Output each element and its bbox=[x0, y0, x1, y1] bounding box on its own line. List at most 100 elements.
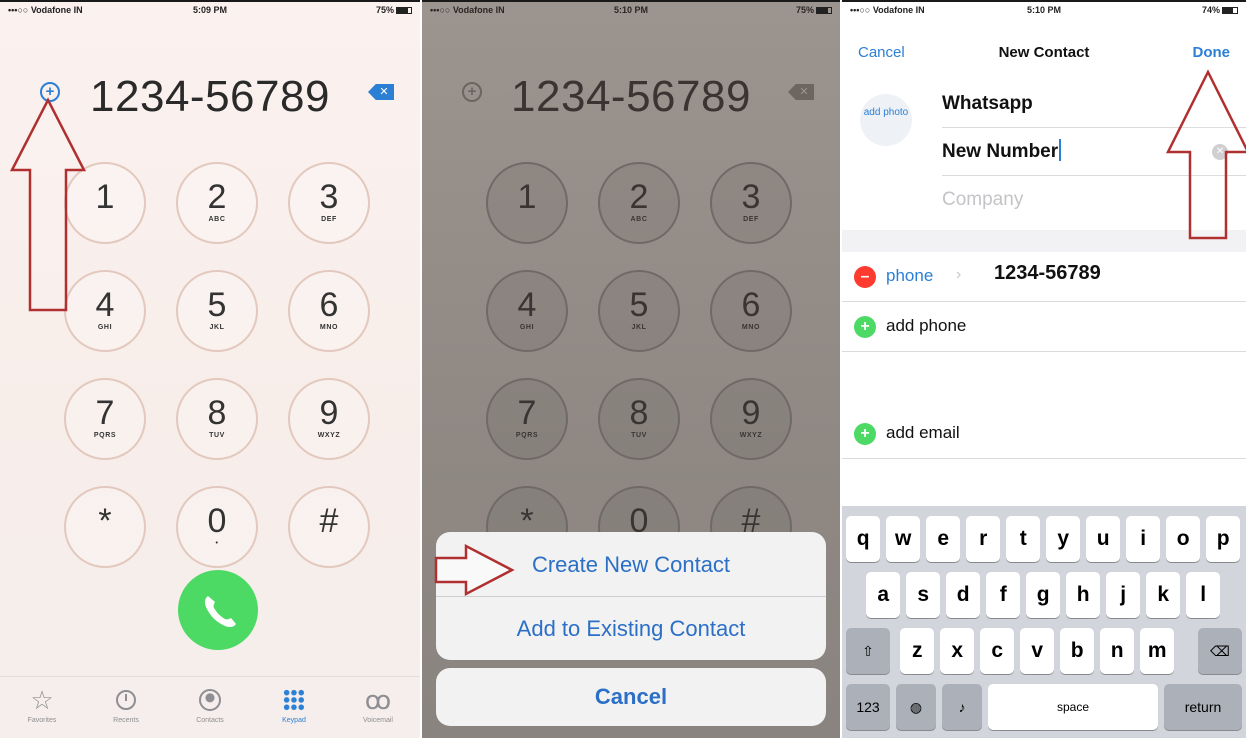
dial-key-digit: 3 bbox=[319, 178, 339, 216]
shift-key[interactable]: ⇧ bbox=[846, 628, 890, 674]
key-i[interactable]: i bbox=[1126, 516, 1161, 562]
key-p[interactable]: p bbox=[1206, 516, 1241, 562]
key-q[interactable]: q bbox=[846, 516, 881, 562]
add-to-existing-contact-button[interactable]: Add to Existing Contact bbox=[436, 616, 826, 642]
key-g[interactable]: g bbox=[1026, 572, 1061, 618]
remove-phone-icon[interactable]: – bbox=[854, 266, 876, 288]
battery-percent: 75% bbox=[375, 5, 394, 15]
dial-key-letters: PQRS bbox=[515, 432, 539, 439]
battery-indicator: 75% bbox=[376, 5, 412, 15]
first-name-field[interactable]: Whatsapp bbox=[942, 80, 1246, 128]
dial-key-hash[interactable]: # bbox=[288, 486, 370, 568]
tab-recents[interactable]: Recents bbox=[84, 683, 168, 724]
dial-key-7[interactable]: 7 PQRS bbox=[64, 378, 146, 460]
clock-label: 5:10 PM bbox=[1026, 5, 1061, 15]
key-j[interactable]: j bbox=[1106, 572, 1141, 618]
dial-key-letters: ABC bbox=[208, 216, 226, 223]
call-button[interactable] bbox=[178, 570, 258, 650]
battery-icon bbox=[816, 7, 832, 14]
phone-value[interactable]: 1234-56789 bbox=[994, 262, 1101, 285]
keyboard: q w e r t y u i o p a s d f g h j k l ⇧ z x c v b n m ⌫ 123 ◍ ♪ space re… bbox=[842, 506, 1246, 738]
tab-keypad[interactable]: Keypad bbox=[252, 683, 336, 724]
globe-key[interactable]: ◍ bbox=[896, 684, 936, 730]
key-c[interactable]: c bbox=[980, 628, 1015, 674]
create-new-contact-button[interactable]: Create New Contact bbox=[436, 552, 826, 578]
dial-key-digit: 9 bbox=[319, 394, 339, 432]
clock-label: 5:09 PM bbox=[192, 5, 227, 15]
dial-key-1[interactable]: 1 bbox=[64, 162, 146, 244]
dial-key-2[interactable]: 2 ABC bbox=[176, 162, 258, 244]
add-email-icon: + bbox=[854, 423, 876, 445]
tab-contacts[interactable]: Contacts bbox=[168, 683, 252, 724]
key-y[interactable]: y bbox=[1046, 516, 1081, 562]
add-photo-button[interactable]: add photo bbox=[860, 94, 912, 146]
phone-row[interactable]: – phone › 1234-56789 bbox=[842, 252, 1246, 302]
dial-key-2: 2 ABC bbox=[598, 162, 680, 244]
action-sheet: Create New Contact Add to Existing Conta… bbox=[436, 532, 826, 660]
done-button[interactable]: Done bbox=[1193, 44, 1231, 61]
key-f[interactable]: f bbox=[986, 572, 1021, 618]
dial-key-7: 7 PQRS bbox=[486, 378, 568, 460]
dial-key-6[interactable]: 6 MNO bbox=[288, 270, 370, 352]
dial-key-digit: 4 bbox=[95, 286, 115, 324]
key-u[interactable]: u bbox=[1086, 516, 1121, 562]
dial-key-6: 6 MNO bbox=[710, 270, 792, 352]
dial-key-letters: PQRS bbox=[93, 432, 117, 439]
section-separator bbox=[842, 230, 1246, 252]
dial-key-4: 4 GHI bbox=[486, 270, 568, 352]
dial-key-0[interactable]: 0 • bbox=[176, 486, 258, 568]
key-x[interactable]: x bbox=[940, 628, 975, 674]
add-phone-row[interactable]: + add phone bbox=[842, 302, 1246, 352]
key-m[interactable]: m bbox=[1140, 628, 1175, 674]
dial-key-digit: 8 bbox=[207, 394, 227, 432]
dial-key-8[interactable]: 8 TUV bbox=[176, 378, 258, 460]
dial-key-5[interactable]: 5 JKL bbox=[176, 270, 258, 352]
dial-key-digit: 6 bbox=[741, 286, 761, 324]
key-o[interactable]: o bbox=[1166, 516, 1201, 562]
key-s[interactable]: s bbox=[906, 572, 941, 618]
dial-key-digit: 7 bbox=[517, 394, 537, 432]
dialed-number: 1234-56789 bbox=[90, 72, 330, 121]
status-bar: •••○○ Vodafone IN 5:09 PM 75% bbox=[0, 2, 420, 18]
return-key[interactable]: return bbox=[1164, 684, 1242, 730]
space-key[interactable]: space bbox=[988, 684, 1158, 730]
numbers-key[interactable]: 123 bbox=[846, 684, 890, 730]
key-w[interactable]: w bbox=[886, 516, 921, 562]
tab-favorites[interactable]: ☆ Favorites bbox=[0, 683, 84, 724]
last-name-field[interactable]: New Number ✕ bbox=[942, 128, 1246, 176]
key-l[interactable]: l bbox=[1186, 572, 1221, 618]
dial-key-3[interactable]: 3 DEF bbox=[288, 162, 370, 244]
cancel-button[interactable]: Cancel bbox=[436, 684, 826, 710]
battery-percent: 75% bbox=[795, 5, 814, 15]
clear-field-icon[interactable]: ✕ bbox=[1212, 144, 1228, 160]
dial-key-star[interactable]: * bbox=[64, 486, 146, 568]
action-sheet-cancel: Cancel bbox=[436, 668, 826, 726]
phone-label[interactable]: phone bbox=[886, 266, 933, 286]
key-v[interactable]: v bbox=[1020, 628, 1055, 674]
company-field[interactable]: Company bbox=[942, 176, 1246, 224]
key-h[interactable]: h bbox=[1066, 572, 1101, 618]
phone-handset-icon bbox=[204, 596, 236, 628]
backspace-key[interactable]: ⌫ bbox=[1198, 628, 1242, 674]
key-n[interactable]: n bbox=[1100, 628, 1135, 674]
key-a[interactable]: a bbox=[866, 572, 901, 618]
dial-key-9[interactable]: 9 WXYZ bbox=[288, 378, 370, 460]
tab-voicemail[interactable]: ꝏ Voicemail bbox=[336, 683, 420, 724]
action-sheet-panel: •••○○ Vodafone IN 5:10 PM 75% + 1234-567… bbox=[422, 2, 840, 738]
key-r[interactable]: r bbox=[966, 516, 1001, 562]
star-icon: ☆ bbox=[30, 685, 54, 715]
company-placeholder: Company bbox=[942, 189, 1024, 210]
key-k[interactable]: k bbox=[1146, 572, 1181, 618]
add-email-row[interactable]: + add email bbox=[842, 409, 1246, 459]
microphone-key[interactable]: ♪ bbox=[942, 684, 982, 730]
key-b[interactable]: b bbox=[1060, 628, 1095, 674]
dial-key-4[interactable]: 4 GHI bbox=[64, 270, 146, 352]
key-z[interactable]: z bbox=[900, 628, 935, 674]
dial-key-letters: TUV bbox=[631, 432, 647, 439]
key-d[interactable]: d bbox=[946, 572, 981, 618]
key-e[interactable]: e bbox=[926, 516, 961, 562]
key-t[interactable]: t bbox=[1006, 516, 1041, 562]
battery-icon bbox=[1222, 7, 1238, 14]
dial-key-digit: 2 bbox=[629, 178, 649, 216]
page-title: New Contact bbox=[998, 44, 1090, 61]
